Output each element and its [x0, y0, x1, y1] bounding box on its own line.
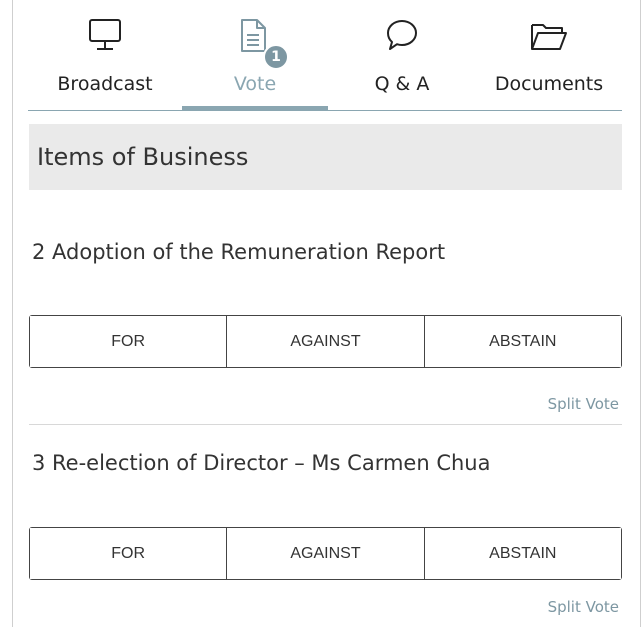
tab-vote-label: Vote — [233, 73, 277, 95]
section-title: Items of Business — [37, 143, 249, 171]
resolution-title: 2 Adoption of the Remuneration Report — [32, 240, 446, 264]
tab-broadcast-label: Broadcast — [57, 73, 153, 95]
vote-options: FOR AGAINST ABSTAIN — [29, 527, 622, 580]
section-header: Items of Business — [29, 124, 622, 190]
tab-qa-label: Q & A — [374, 73, 430, 95]
tab-bar: Broadcast 1 Vote Q & A Documents — [28, 0, 622, 111]
tab-documents-label: Documents — [494, 73, 604, 95]
active-tab-indicator — [182, 106, 328, 111]
vote-for-button[interactable]: FOR — [30, 528, 227, 579]
vote-against-button[interactable]: AGAINST — [226, 528, 424, 579]
vote-count-badge: 1 — [263, 44, 289, 70]
tab-documents[interactable]: Documents — [476, 0, 622, 110]
document-icon: 1 — [235, 18, 289, 70]
resolution-title: 3 Re-election of Director – Ms Carmen Ch… — [32, 451, 491, 475]
tab-broadcast[interactable]: Broadcast — [28, 0, 182, 110]
vote-options: FOR AGAINST ABSTAIN — [29, 315, 622, 368]
vote-abstain-button[interactable]: ABSTAIN — [423, 528, 621, 579]
vote-for-button[interactable]: FOR — [30, 316, 227, 367]
tab-qa[interactable]: Q & A — [328, 0, 476, 110]
vote-against-button[interactable]: AGAINST — [226, 316, 424, 367]
split-vote-link[interactable]: Split Vote — [548, 598, 619, 616]
tab-vote[interactable]: 1 Vote — [182, 0, 328, 111]
speech-bubble-icon — [385, 18, 419, 59]
item-divider — [29, 424, 622, 425]
folder-icon — [529, 18, 569, 59]
split-vote-link[interactable]: Split Vote — [548, 395, 619, 413]
vote-abstain-button[interactable]: ABSTAIN — [423, 316, 621, 367]
monitor-icon — [88, 18, 122, 59]
